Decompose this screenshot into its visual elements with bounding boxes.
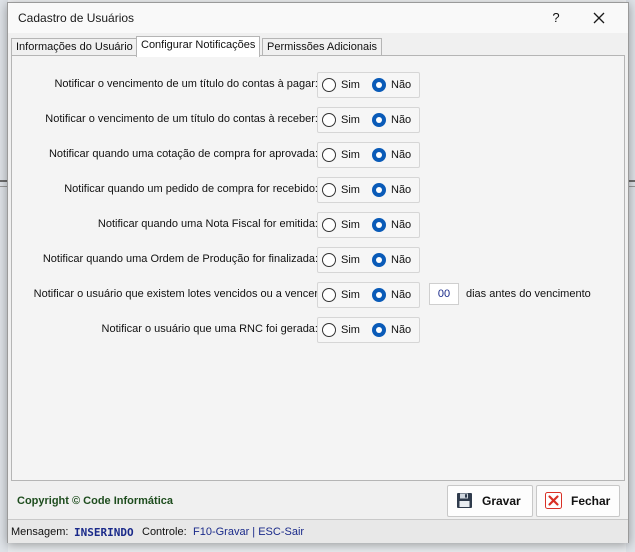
- radio-unchecked-icon: [322, 148, 336, 162]
- close-window-button[interactable]: [588, 7, 610, 29]
- radio-checked-icon: [372, 253, 386, 267]
- notification-row: Notificar o vencimento de um título do c…: [12, 107, 624, 133]
- notification-row: Notificar o vencimento de um título do c…: [12, 72, 624, 98]
- radio-checked-icon: [372, 288, 386, 302]
- notification-row: Notificar quando uma Nota Fiscal for emi…: [12, 212, 624, 238]
- close-icon: [545, 492, 562, 509]
- status-message-label: Mensagem:: [11, 526, 69, 538]
- notifications-panel: Notificar o vencimento de um título do c…: [11, 55, 625, 481]
- dialog-footer: Copyright © Code Informática Gravar Fech…: [8, 481, 628, 519]
- yes-no-radio-group: Sim Não: [317, 282, 420, 308]
- radio-checked-icon: [372, 148, 386, 162]
- radio-unchecked-icon: [322, 253, 336, 267]
- notification-label: Notificar quando um pedido de compra for…: [64, 183, 318, 195]
- notification-label: Notificar o vencimento de um título do c…: [45, 113, 318, 125]
- radio-checked-icon: [372, 323, 386, 337]
- yes-no-radio-group: Sim Não: [317, 142, 420, 168]
- notification-label: Notificar quando uma Nota Fiscal for emi…: [97, 218, 318, 230]
- radio-unchecked-icon: [322, 288, 336, 302]
- save-button-label: Gravar: [482, 494, 521, 508]
- notification-row: Notificar quando uma cotação de compra f…: [12, 142, 624, 168]
- yes-no-radio-group: Sim Não: [317, 177, 420, 203]
- notification-label: Notificar quando uma Ordem de Produção f…: [42, 253, 318, 265]
- floppy-disk-icon: [457, 493, 472, 508]
- notification-label: Notificar o vencimento de um título do c…: [54, 78, 318, 90]
- notification-label: Notificar o usuário que uma RNC foi gera…: [101, 323, 318, 335]
- close-button-label: Fechar: [571, 494, 611, 508]
- days-before-label: dias antes do vencimento: [466, 288, 591, 300]
- tab-user-info[interactable]: Informações do Usuário: [11, 38, 138, 56]
- help-button[interactable]: ?: [546, 8, 566, 28]
- yes-no-radio-group: Sim Não: [317, 72, 420, 98]
- notification-label: Notificar quando uma cotação de compra f…: [48, 148, 318, 160]
- status-bar: Mensagem: INSERINDO Controle: F10-Gravar…: [8, 519, 628, 543]
- radio-checked-icon: [372, 183, 386, 197]
- status-control-value: F10-Gravar | ESC-Sair: [193, 526, 305, 538]
- radio-unchecked-icon: [322, 323, 336, 337]
- days-before-input[interactable]: 00: [429, 283, 459, 305]
- radio-unchecked-icon: [322, 218, 336, 232]
- yes-no-radio-group: Sim Não: [317, 107, 420, 133]
- radio-checked-icon: [372, 218, 386, 232]
- notification-row: Notificar o usuário que uma RNC foi gera…: [12, 317, 624, 343]
- tab-notifications[interactable]: Configurar Notificações: [136, 36, 261, 57]
- radio-unchecked-icon: [322, 78, 336, 92]
- status-message-value: INSERINDO: [74, 526, 134, 539]
- notification-row: Notificar quando um pedido de compra for…: [12, 177, 624, 203]
- radio-unchecked-icon: [322, 113, 336, 127]
- radio-unchecked-icon: [322, 183, 336, 197]
- title-bar: Cadastro de Usuários ?: [8, 3, 628, 33]
- notification-row: Notificar o usuário que existem lotes ve…: [12, 282, 624, 308]
- radio-checked-icon: [372, 78, 386, 92]
- tab-additional-permissions[interactable]: Permissões Adicionais: [262, 38, 383, 56]
- yes-no-radio-group: Sim Não: [317, 317, 420, 343]
- status-control-label: Controle:: [142, 526, 187, 538]
- notification-row: Notificar quando uma Ordem de Produção f…: [12, 247, 624, 273]
- yes-no-radio-group: Sim Não: [317, 212, 420, 238]
- notification-label: Notificar o usuário que existem lotes ve…: [33, 288, 318, 300]
- save-button[interactable]: Gravar: [447, 485, 533, 517]
- close-button[interactable]: Fechar: [536, 485, 620, 517]
- user-registration-dialog: Cadastro de Usuários ? Informações do Us…: [7, 2, 629, 543]
- yes-no-radio-group: Sim Não: [317, 247, 420, 273]
- copyright-text: Copyright © Code Informática: [17, 495, 174, 507]
- radio-checked-icon: [372, 113, 386, 127]
- close-icon: [593, 12, 605, 24]
- window-title: Cadastro de Usuários: [18, 11, 135, 25]
